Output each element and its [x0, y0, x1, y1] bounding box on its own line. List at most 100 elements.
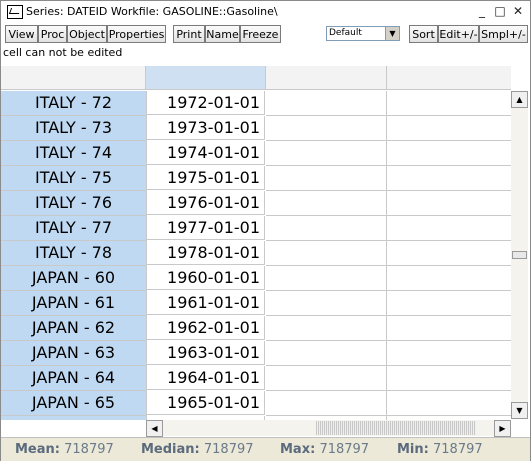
- value-cell[interactable]: 1961-01-01: [147, 291, 265, 315]
- empty-cell[interactable]: [266, 241, 387, 266]
- row-label-cell[interactable]: JAPAN - 62: [1, 316, 147, 341]
- vertical-scroll-thumb[interactable]: [512, 251, 527, 259]
- properties-button[interactable]: Properties: [107, 25, 166, 43]
- mean-label: Mean:: [15, 442, 60, 457]
- empty-cell[interactable]: [387, 191, 511, 216]
- empty-cell[interactable]: [387, 116, 511, 141]
- max-label: Max:: [280, 442, 316, 457]
- value-cell[interactable]: 1963-01-01: [147, 341, 265, 365]
- column-header-selected[interactable]: [146, 66, 266, 90]
- freeze-button[interactable]: Freeze: [240, 25, 281, 43]
- empty-cell[interactable]: [266, 316, 387, 341]
- empty-cell[interactable]: [387, 291, 511, 316]
- empty-cell[interactable]: [387, 241, 511, 266]
- close-button[interactable]: ✕: [511, 4, 525, 18]
- series-window-icon: [7, 5, 23, 19]
- min-value: 718797: [433, 442, 483, 457]
- scroll-down-button[interactable]: ▼: [511, 402, 528, 419]
- table-row: ITALY - 78 1978-01-01: [1, 241, 511, 266]
- scrollbar-spacer: [1, 420, 146, 436]
- table-row: ITALY - 74 1974-01-01: [1, 141, 511, 166]
- table-row: JAPAN - 64 1964-01-01: [1, 366, 511, 391]
- median-label: Median:: [141, 442, 200, 457]
- value-cell[interactable]: 1978-01-01: [147, 241, 265, 265]
- object-button[interactable]: Object: [67, 25, 107, 43]
- view-button[interactable]: View: [5, 25, 38, 43]
- value-cell[interactable]: 1972-01-01: [147, 91, 265, 115]
- sample-toggle-button[interactable]: Smpl+/-: [479, 25, 528, 43]
- horizontal-scroll-thumb[interactable]: [316, 421, 476, 435]
- row-label-cell[interactable]: JAPAN - 61: [1, 291, 147, 316]
- row-label-cell[interactable]: JAPAN - 64: [1, 366, 147, 391]
- min-stat: Min: 718797: [397, 442, 483, 457]
- mean-stat: Mean: 718797: [15, 442, 114, 457]
- format-select-value: Default: [329, 28, 362, 38]
- row-label-cell[interactable]: ITALY - 76: [1, 191, 147, 216]
- empty-cell[interactable]: [266, 291, 387, 316]
- minimize-button[interactable]: _: [475, 4, 489, 18]
- scroll-right-button[interactable]: ▶: [494, 420, 511, 437]
- empty-cell[interactable]: [387, 341, 511, 366]
- row-label-cell[interactable]: JAPAN - 63: [1, 341, 147, 366]
- vertical-scrollbar[interactable]: ▲ ▼: [511, 91, 528, 419]
- empty-cell[interactable]: [387, 266, 511, 291]
- name-button[interactable]: Name: [205, 25, 240, 43]
- empty-cell[interactable]: [266, 91, 387, 116]
- print-button[interactable]: Print: [173, 25, 205, 43]
- empty-cell[interactable]: [266, 391, 387, 416]
- row-label-cell[interactable]: ITALY - 74: [1, 141, 147, 166]
- value-cell[interactable]: 1964-01-01: [147, 366, 265, 390]
- table-row: JAPAN - 60 1960-01-01: [1, 266, 511, 291]
- empty-cell[interactable]: [387, 366, 511, 391]
- row-label-cell[interactable]: JAPAN - 65: [1, 391, 147, 416]
- proc-button[interactable]: Proc: [38, 25, 67, 43]
- empty-cell[interactable]: [266, 141, 387, 166]
- empty-cell[interactable]: [387, 91, 511, 116]
- series-window: Series: DATEID Workfile: GASOLINE::Gasol…: [0, 0, 531, 461]
- value-cell[interactable]: 1962-01-01: [147, 316, 265, 340]
- value-cell[interactable]: 1960-01-01: [147, 266, 265, 290]
- row-label-cell[interactable]: ITALY - 78: [1, 241, 147, 266]
- value-cell[interactable]: 1965-01-01: [147, 391, 265, 415]
- median-value: 718797: [203, 442, 254, 457]
- max-stat: Max: 718797: [280, 442, 369, 457]
- maximize-button[interactable]: □: [493, 4, 507, 18]
- horizontal-scrollbar[interactable]: ◀ ▶: [146, 420, 511, 437]
- value-cell[interactable]: 1974-01-01: [147, 141, 265, 165]
- table-row: JAPAN - 62 1962-01-01: [1, 316, 511, 341]
- format-select[interactable]: Default ▼: [326, 26, 400, 41]
- title-bar[interactable]: Series: DATEID Workfile: GASOLINE::Gasol…: [1, 1, 530, 24]
- corner-header-cell[interactable]: [1, 66, 146, 90]
- empty-cell[interactable]: [387, 316, 511, 341]
- value-cell[interactable]: 1977-01-01: [147, 216, 265, 240]
- row-label-cell[interactable]: ITALY - 72: [1, 91, 147, 116]
- empty-cell[interactable]: [266, 116, 387, 141]
- value-cell[interactable]: 1973-01-01: [147, 116, 265, 140]
- empty-cell[interactable]: [387, 141, 511, 166]
- sort-button[interactable]: Sort: [409, 25, 438, 43]
- scroll-up-button[interactable]: ▲: [511, 91, 528, 108]
- row-label-cell[interactable]: JAPAN - 60: [1, 266, 147, 291]
- row-label-cell[interactable]: ITALY - 75: [1, 166, 147, 191]
- empty-cell[interactable]: [387, 216, 511, 241]
- column-header-row: [1, 66, 511, 90]
- empty-cell[interactable]: [266, 216, 387, 241]
- row-label-cell[interactable]: ITALY - 77: [1, 216, 147, 241]
- row-label-cell[interactable]: ITALY - 73: [1, 116, 147, 141]
- value-cell[interactable]: 1976-01-01: [147, 191, 265, 215]
- empty-cell[interactable]: [387, 166, 511, 191]
- empty-cell[interactable]: [266, 166, 387, 191]
- edit-status-message: cell can not be edited: [3, 46, 123, 59]
- edit-toggle-button[interactable]: Edit+/-: [438, 25, 479, 43]
- empty-cell[interactable]: [266, 191, 387, 216]
- column-header-empty[interactable]: [266, 66, 387, 90]
- empty-cell[interactable]: [266, 266, 387, 291]
- value-cell[interactable]: 1975-01-01: [147, 166, 265, 190]
- chevron-down-icon[interactable]: ▼: [385, 27, 399, 40]
- spreadsheet-grid: ITALY - 72 1972-01-01 ITALY - 73 1973-01-01…: [1, 66, 511, 421]
- empty-cell[interactable]: [266, 341, 387, 366]
- empty-cell[interactable]: [387, 391, 511, 416]
- scroll-left-button[interactable]: ◀: [146, 420, 163, 437]
- column-header-empty[interactable]: [387, 66, 511, 90]
- empty-cell[interactable]: [266, 366, 387, 391]
